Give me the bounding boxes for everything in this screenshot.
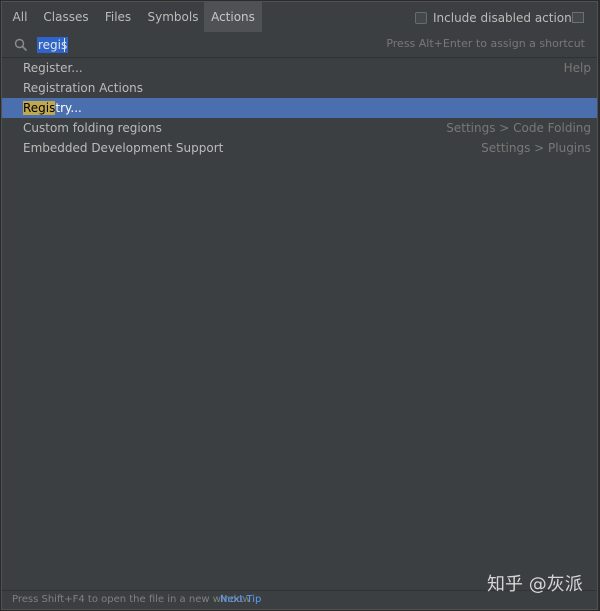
search-icon xyxy=(14,38,28,52)
result-label: Register... xyxy=(23,61,83,75)
include-disabled-label: Include disabled actions xyxy=(433,11,579,25)
result-location: Settings > Code Folding xyxy=(446,121,591,135)
results-list: Register... Help Registration Actions Re… xyxy=(2,58,597,158)
list-item-selected[interactable]: Registry... xyxy=(2,98,597,118)
list-item[interactable]: Custom folding regions Settings > Code F… xyxy=(2,118,597,138)
result-label: Embedded Development Support xyxy=(23,141,224,155)
search-bar: regis Press Alt+Enter to assign a shortc… xyxy=(2,33,597,58)
result-location: Help xyxy=(563,61,591,75)
tab-all[interactable]: All xyxy=(6,2,34,32)
result-label: Registry... xyxy=(23,98,82,118)
list-item[interactable]: Register... Help xyxy=(2,58,597,78)
result-label: Custom folding regions xyxy=(23,121,162,135)
result-label: Registration Actions xyxy=(23,81,144,95)
list-item[interactable]: Registration Actions xyxy=(2,78,597,98)
text-caret xyxy=(64,38,65,52)
include-disabled-actions-option[interactable]: Include disabled actions xyxy=(415,10,578,26)
list-item[interactable]: Embedded Development Support Settings > … xyxy=(2,138,597,158)
search-everywhere-popup: All Classes Files Symbols Actions Includ… xyxy=(1,1,598,610)
tab-files[interactable]: Files xyxy=(98,2,138,32)
next-tip-link[interactable]: Next Tip xyxy=(220,591,261,609)
tab-actions[interactable]: Actions xyxy=(204,2,262,32)
watermark: 知乎 @灰派 xyxy=(487,574,583,595)
assign-shortcut-hint: Press Alt+Enter to assign a shortcut xyxy=(386,37,585,50)
include-disabled-checkbox[interactable] xyxy=(415,12,427,24)
result-location: Settings > Plugins xyxy=(481,141,591,155)
tab-classes[interactable]: Classes xyxy=(38,2,94,32)
match-highlight: Regis xyxy=(23,101,56,115)
result-label-rest: try... xyxy=(55,101,82,115)
preview-panel-icon[interactable] xyxy=(572,12,584,23)
tab-symbols[interactable]: Symbols xyxy=(142,2,204,32)
tip-text: Press Shift+F4 to open the file in a new… xyxy=(12,594,251,605)
tab-bar: All Classes Files Symbols Actions Includ… xyxy=(2,2,597,34)
